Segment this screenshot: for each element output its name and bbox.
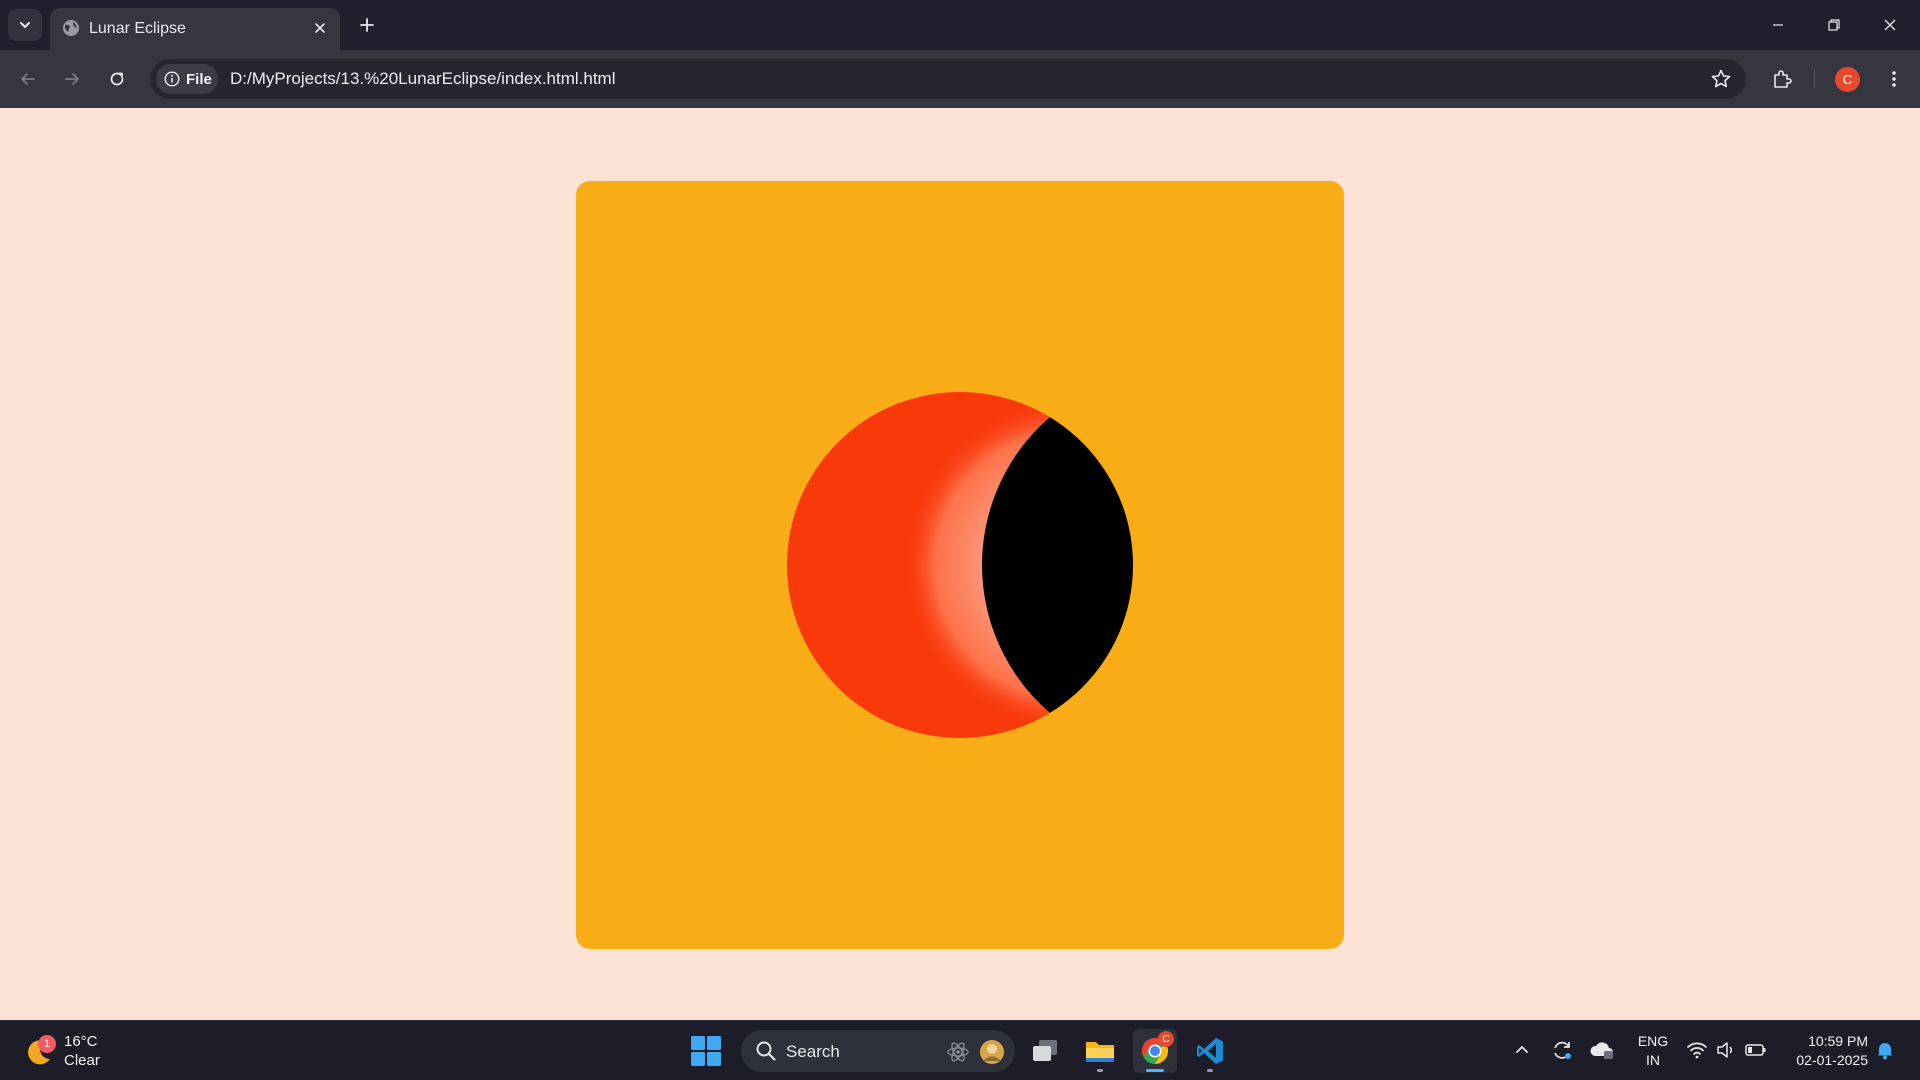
- tray-wifi-button[interactable]: [1684, 1037, 1710, 1063]
- taskbar-file-explorer[interactable]: [1078, 1029, 1122, 1073]
- info-icon: [164, 71, 180, 87]
- site-info-chip[interactable]: File: [156, 64, 218, 94]
- browser-tab-strip: Lunar Eclipse: [0, 0, 1920, 50]
- folder-icon: [1086, 1042, 1114, 1062]
- search-label: Search: [786, 1042, 840, 1061]
- tab-title: Lunar Eclipse: [89, 20, 186, 37]
- bell-icon: [1877, 1043, 1893, 1060]
- language-line-1: ENG: [1637, 1033, 1669, 1049]
- taskbar-task-view[interactable]: [1023, 1029, 1067, 1073]
- tab-search-button[interactable]: [8, 9, 42, 41]
- tray-sync-button[interactable]: [1549, 1037, 1575, 1063]
- atom-icon: [947, 1042, 969, 1062]
- task-view-icon: [1033, 1040, 1057, 1061]
- chevron-down-icon: [20, 22, 30, 29]
- tray-battery-button[interactable]: [1743, 1037, 1769, 1063]
- back-button[interactable]: [12, 63, 44, 95]
- puzzle-icon: [1774, 70, 1792, 88]
- chevron-up-icon: [1516, 1045, 1528, 1053]
- arrow-right-icon: [65, 73, 79, 85]
- site-chip-label: File: [186, 70, 212, 88]
- taskbar-search-box[interactable]: Search: [741, 1030, 1015, 1072]
- weather-widget[interactable]: 1 16°C Clear: [22, 1029, 112, 1073]
- page-viewport: [0, 108, 1920, 1020]
- speaker-icon: [1717, 1042, 1733, 1058]
- close-icon: [1884, 19, 1896, 31]
- cloud-icon: [1590, 1042, 1613, 1059]
- profile-avatar[interactable]: C: [1835, 67, 1860, 92]
- battery-icon: [1745, 1044, 1766, 1056]
- arrow-left-icon: [21, 73, 35, 85]
- minimize-icon: [1773, 24, 1783, 26]
- lunar-eclipse-illustration: [787, 392, 1133, 738]
- tray-onedrive-button[interactable]: [1589, 1037, 1615, 1063]
- plus-icon: [360, 18, 374, 32]
- tab-lunar-eclipse[interactable]: Lunar Eclipse: [50, 8, 340, 50]
- globe-icon: [63, 20, 79, 36]
- forward-button[interactable]: [56, 63, 88, 95]
- taskbar-vscode[interactable]: [1188, 1029, 1232, 1073]
- vscode-icon: [1197, 1038, 1223, 1064]
- browser-toolbar: File D:/MyProjects/13.%20LunarEclipse/in…: [0, 50, 1920, 108]
- tray-volume-button[interactable]: [1713, 1037, 1739, 1063]
- tab-close-button[interactable]: [308, 16, 332, 40]
- weather-condition: Clear: [64, 1052, 100, 1069]
- close-icon: [315, 23, 325, 33]
- search-highlight-icon: [980, 1040, 1004, 1064]
- extensions-button[interactable]: [1766, 63, 1798, 95]
- search-icon: [756, 1041, 776, 1061]
- minimize-button[interactable]: [1750, 0, 1806, 50]
- new-tab-button[interactable]: [352, 10, 382, 40]
- restore-button[interactable]: [1806, 0, 1862, 50]
- language-line-2: IN: [1646, 1052, 1660, 1068]
- sync-icon: [1554, 1041, 1571, 1059]
- wifi-icon: [1687, 1042, 1707, 1059]
- address-bar[interactable]: File D:/MyProjects/13.%20LunarEclipse/in…: [150, 59, 1746, 99]
- language-indicator[interactable]: ENG IN: [1636, 1032, 1670, 1070]
- taskbar-clock[interactable]: 10:59 PM 02-01-2025: [1780, 1032, 1868, 1070]
- bookmark-star-icon[interactable]: [1710, 68, 1732, 90]
- windows-start-icon[interactable]: [688, 1033, 724, 1069]
- weather-temp: 16°C: [64, 1033, 98, 1050]
- notifications-button[interactable]: [1872, 1037, 1898, 1063]
- close-window-button[interactable]: [1862, 0, 1918, 50]
- weather-badge: 1: [38, 1035, 56, 1053]
- eclipse-card: [576, 181, 1344, 949]
- kebab-menu-icon: [1892, 71, 1896, 87]
- url-text[interactable]: D:/MyProjects/13.%20LunarEclipse/index.h…: [230, 69, 616, 89]
- browser-menu-button[interactable]: [1878, 63, 1910, 95]
- running-indicator: [1207, 1069, 1213, 1072]
- show-hidden-icons-button[interactable]: [1509, 1037, 1535, 1063]
- running-indicator: [1146, 1069, 1164, 1072]
- reload-button[interactable]: [101, 63, 133, 95]
- toolbar-divider: [1814, 70, 1815, 88]
- restore-icon: [1828, 19, 1840, 31]
- chrome-profile-badge: C: [1158, 1031, 1174, 1047]
- reload-icon: [110, 72, 124, 86]
- clock-time: 10:59 PM: [1808, 1033, 1868, 1049]
- running-indicator: [1097, 1069, 1103, 1072]
- taskbar-chrome[interactable]: C: [1133, 1029, 1177, 1073]
- clock-date: 02-01-2025: [1796, 1052, 1868, 1068]
- windows-taskbar: 1 16°C Clear Search C ENG IN 10:59 PM 02…: [0, 1020, 1920, 1080]
